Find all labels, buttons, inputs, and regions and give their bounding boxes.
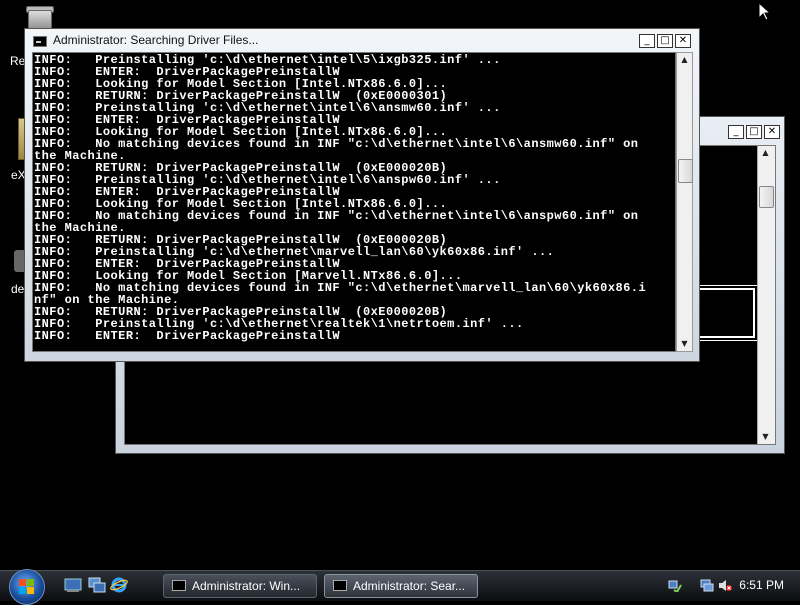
maximize-button[interactable]: □ — [746, 125, 762, 139]
console-icon — [33, 36, 47, 47]
switch-windows-icon[interactable] — [88, 577, 106, 593]
windows-logo-icon — [19, 579, 35, 595]
console-line: INFO: ENTER: DriverPackagePreinstallW — [34, 329, 341, 343]
vertical-scrollbar[interactable]: ▲ ▼ — [676, 52, 693, 352]
console-icon — [333, 580, 347, 591]
maximize-button[interactable]: □ — [657, 34, 673, 48]
internet-explorer-icon[interactable] — [110, 577, 128, 593]
taskbar-button-searching[interactable]: Administrator: Sear... — [324, 574, 478, 598]
minimize-button[interactable]: _ — [728, 125, 744, 139]
clock[interactable]: 6:51 PM — [739, 578, 784, 592]
desktop-icon-label: de — [11, 282, 25, 296]
scroll-up-arrow-icon[interactable]: ▲ — [758, 146, 773, 160]
close-button[interactable]: ✕ — [764, 125, 780, 139]
scroll-down-arrow-icon[interactable]: ▼ — [758, 430, 773, 444]
recycle-bin-icon[interactable] — [22, 4, 56, 32]
console-text: INFO: Preinstalling 'c:\d\ethernet\intel… — [33, 53, 675, 342]
system-tray: 6:51 PM — [660, 571, 800, 601]
scroll-thumb[interactable] — [759, 186, 774, 208]
taskbar-button-label: Administrator: Sear... — [353, 579, 466, 593]
scroll-up-arrow-icon[interactable]: ▲ — [677, 53, 692, 67]
window-title: Administrator: Searching Driver Files... — [53, 33, 259, 47]
console-window[interactable]: Administrator: Searching Driver Files...… — [24, 28, 700, 362]
mouse-cursor-icon — [758, 2, 772, 21]
show-desktop-icon[interactable] — [64, 577, 82, 593]
volume-muted-icon[interactable] — [718, 579, 732, 592]
console-output: INFO: Preinstalling 'c:\d\ethernet\intel… — [32, 52, 676, 352]
scroll-down-arrow-icon[interactable]: ▼ — [677, 337, 692, 351]
console-icon — [172, 580, 186, 591]
scroll-thumb[interactable] — [678, 159, 693, 183]
taskbar-button-label: Administrator: Win... — [192, 579, 301, 593]
network-icon[interactable] — [700, 579, 714, 592]
vertical-scrollbar[interactable]: ▲ ▼ — [757, 146, 775, 444]
minimize-button[interactable]: _ — [639, 34, 655, 48]
close-button[interactable]: ✕ — [675, 34, 691, 48]
taskbar-button-win[interactable]: Administrator: Win... — [163, 574, 317, 598]
network-icon[interactable] — [668, 579, 682, 592]
taskbar: Administrator: Win... Administrator: Sea… — [0, 569, 800, 605]
